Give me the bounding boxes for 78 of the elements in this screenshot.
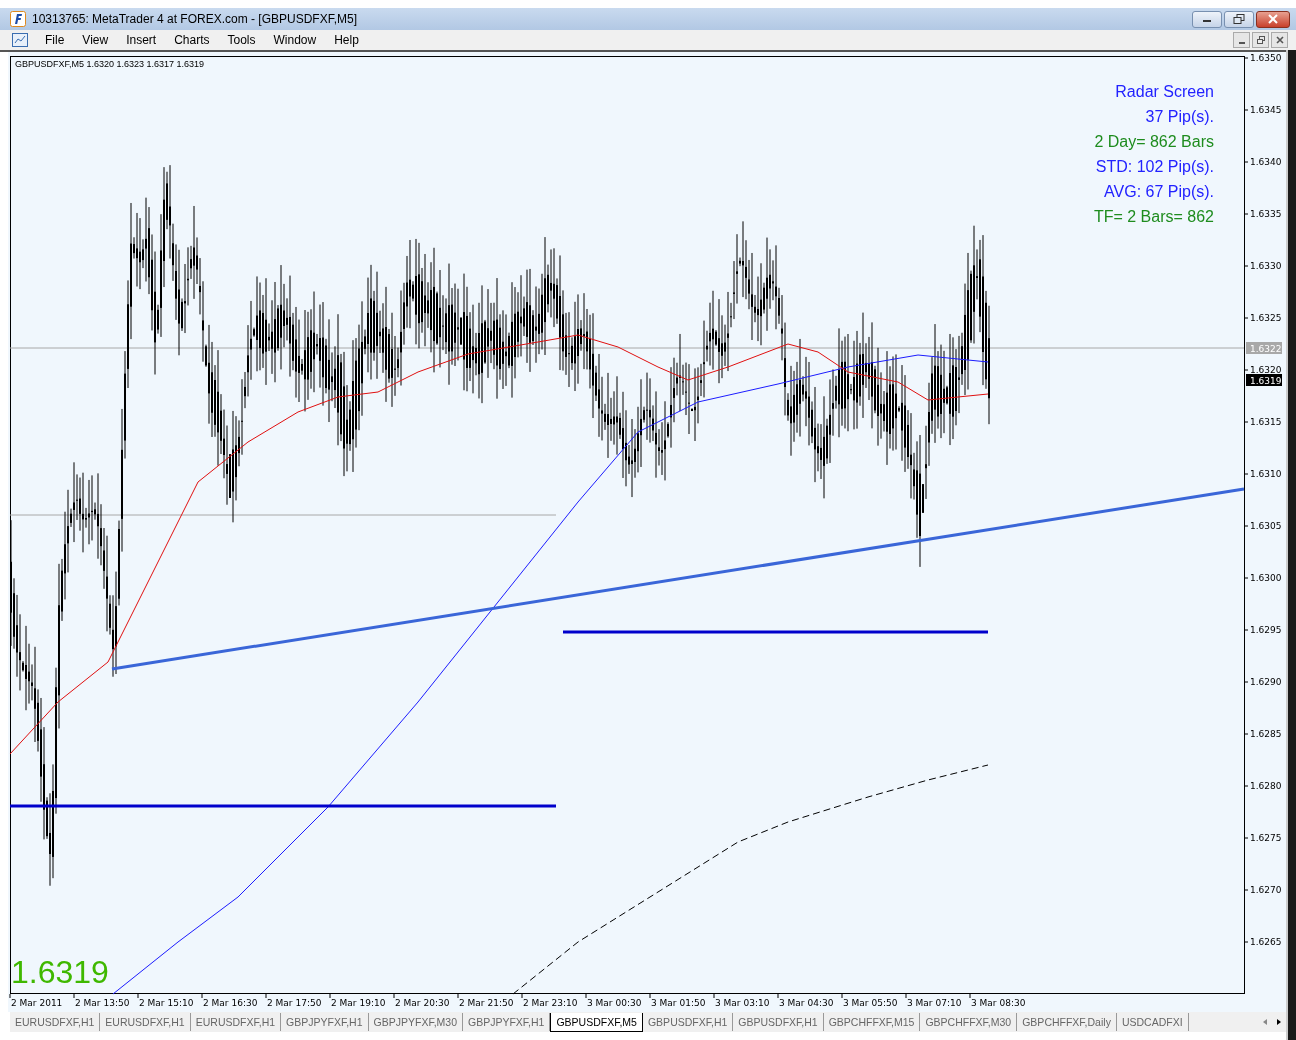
radar-text: TF= 2 Bars= 862: [1093, 208, 1214, 225]
chart-tab[interactable]: GBPUSDFXF,H1: [733, 1013, 824, 1031]
price-axis-label: 1.6305: [1250, 521, 1282, 531]
menu-item[interactable]: Window: [264, 33, 326, 47]
radar-text: STD: 102 Pip(s).: [1095, 158, 1214, 175]
last-price-tag: 1.6319: [1246, 374, 1282, 386]
minimize-button[interactable]: [1192, 10, 1222, 28]
price-axis-label: 1.6330: [1250, 261, 1282, 271]
chart-tab[interactable]: GBPCHFFXF,M15: [823, 1013, 921, 1031]
menu-item[interactable]: Charts: [165, 33, 219, 47]
close-icon: [1267, 14, 1279, 24]
price-axis-label: 1.6315: [1250, 417, 1282, 427]
chart-tab[interactable]: GBPJPYFXF,M30: [368, 1013, 463, 1031]
chart-tab[interactable]: GBPCHFFXF,Daily: [1017, 1013, 1117, 1031]
time-axis-label: 3 Mar 05:50: [843, 998, 898, 1008]
chart-tab[interactable]: GBPJPYFXF,H1: [281, 1013, 369, 1031]
menu-item[interactable]: View: [73, 33, 118, 47]
price-axis-label: 1.6325: [1250, 313, 1282, 323]
price-axis-label: 1.6350: [1250, 53, 1282, 63]
window-title: 10313765: MetaTrader 4 at FOREX.com - [GBPUSDFXF,M5]: [32, 12, 357, 26]
child-restore-button[interactable]: [1252, 32, 1269, 48]
menu-item[interactable]: Tools: [218, 33, 265, 47]
radar-text: 37 Pip(s).: [1145, 108, 1214, 125]
restore-icon: [1233, 14, 1245, 24]
time-axis-label: 3 Mar 04:30: [779, 998, 834, 1008]
time-axis-label: 2 Mar 2011: [11, 998, 63, 1008]
time-axis-label: 2 Mar 13:50: [75, 998, 130, 1008]
radar-text: Radar Screen: [1115, 83, 1214, 100]
menu-item[interactable]: Insert: [117, 33, 166, 47]
app-logo-icon: [10, 11, 26, 27]
price-axis-label: 1.6275: [1250, 833, 1282, 843]
chart-tab[interactable]: GBPCHFFXF,M30: [920, 1013, 1018, 1031]
time-axis-label: 3 Mar 00:30: [587, 998, 642, 1008]
price-axis-label: 1.6280: [1250, 781, 1282, 791]
price-axis-label: 1.6340: [1250, 157, 1282, 167]
menu-item[interactable]: File: [36, 33, 74, 47]
radar-text: 2 Day= 862 Bars: [1094, 133, 1214, 150]
child-minimize-button[interactable]: [1233, 32, 1250, 48]
close-icon: [1275, 36, 1284, 44]
price-axis-label: 1.6320: [1250, 365, 1282, 375]
restore-icon: [1256, 36, 1265, 44]
chart-tab[interactable]: EURUSDFXF,H1: [100, 1013, 191, 1031]
time-axis-label: 2 Mar 16:30: [203, 998, 258, 1008]
price-axis-label: 1.6310: [1250, 469, 1282, 479]
time-axis-label: 2 Mar 21:50: [459, 998, 514, 1008]
horizontal-line[interactable]: [10, 804, 556, 808]
price-axis-label: 1.6345: [1250, 105, 1282, 115]
price-axis-label: 1.6335: [1250, 209, 1282, 219]
time-axis-label: 2 Mar 15:10: [139, 998, 194, 1008]
price-axis-label: 1.6295: [1250, 625, 1282, 635]
time-axis-label: 3 Mar 07:10: [907, 998, 962, 1008]
time-axis-label: 2 Mar 17:50: [267, 998, 322, 1008]
menu-item[interactable]: Help: [325, 33, 368, 47]
symbol-info: GBPUSDFXF,M5 1.6320 1.6323 1.6317 1.6319: [15, 59, 205, 69]
chart-tab[interactable]: USDCADFXI: [1116, 1013, 1189, 1031]
time-axis-label: 2 Mar 19:10: [331, 998, 386, 1008]
price-axis-label: 1.6290: [1250, 677, 1282, 687]
restore-button[interactable]: [1224, 10, 1254, 28]
current-price: 1.6319: [11, 954, 109, 990]
price-axis-label: 1.6270: [1250, 885, 1282, 895]
price-axis-label: 1.6285: [1250, 729, 1282, 739]
bid-price-tag: 1.6322: [1246, 342, 1282, 354]
time-axis-label: 3 Mar 01:50: [651, 998, 706, 1008]
price-axis-label: 1.6265: [1250, 937, 1282, 947]
chart-tab[interactable]: EURUSDFXF,H1: [190, 1013, 282, 1031]
chart-tab[interactable]: EURUSDFXF,H1: [10, 1013, 101, 1031]
time-axis-label: 2 Mar 23:10: [523, 998, 578, 1008]
horizontal-line[interactable]: [563, 630, 988, 634]
close-button[interactable]: [1256, 10, 1290, 28]
time-axis-label: 3 Mar 03:10: [715, 998, 770, 1008]
time-axis-label: 2 Mar 20:30: [395, 998, 450, 1008]
child-close-button[interactable]: [1271, 32, 1288, 48]
trend-line[interactable]: [111, 487, 1245, 671]
radar-text: AVG: 67 Pip(s).: [1104, 183, 1214, 200]
time-axis-label: 3 Mar 08:30: [971, 998, 1026, 1008]
chart-tab[interactable]: GBPUSDFXF,H1: [642, 1013, 734, 1031]
price-axis-label: 1.6300: [1250, 573, 1282, 583]
chart-tab[interactable]: GBPUSDFXF,M5: [550, 1012, 643, 1032]
